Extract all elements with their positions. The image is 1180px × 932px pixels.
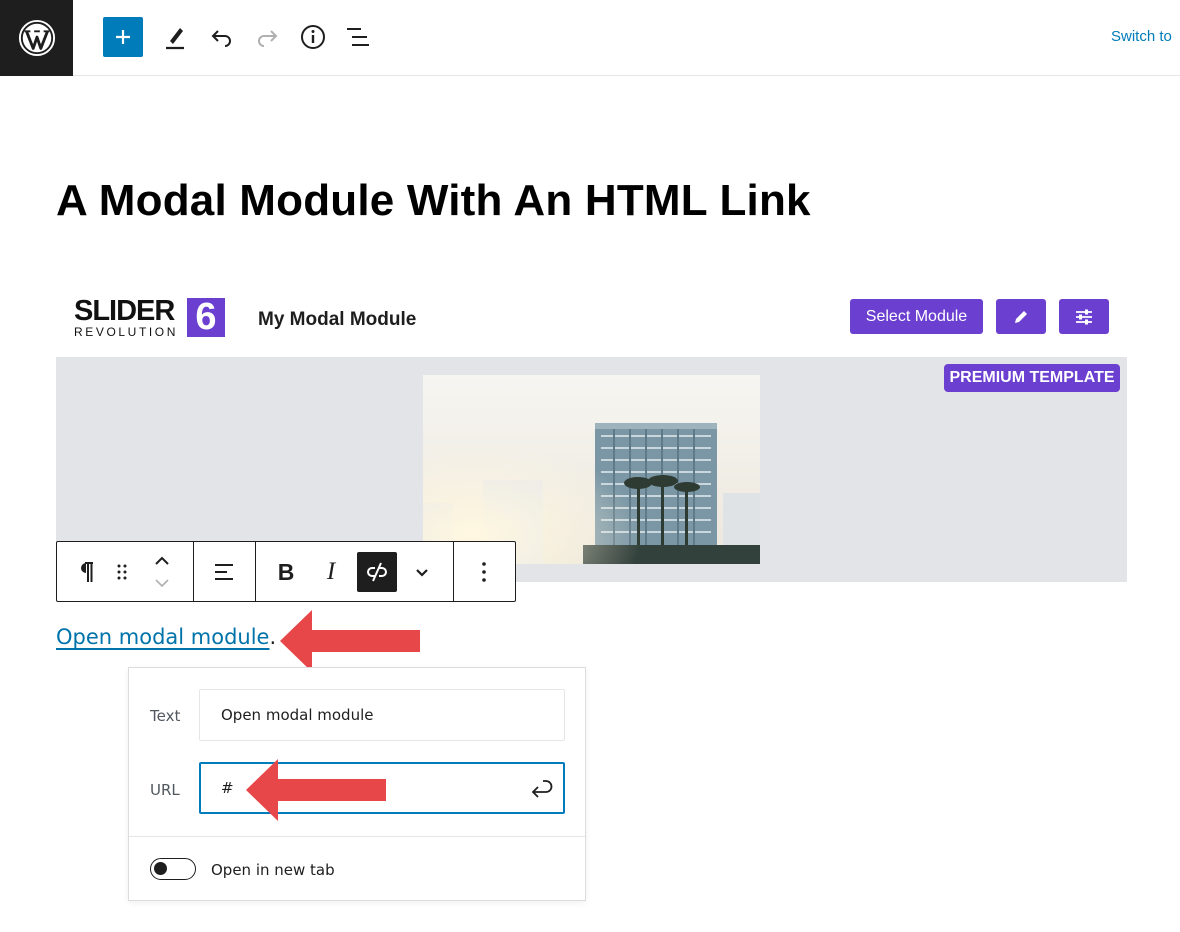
- more-vertical-icon: [482, 562, 486, 582]
- edit-module-button[interactable]: [996, 299, 1046, 334]
- details-button[interactable]: [293, 17, 333, 57]
- pencil-icon: [1015, 310, 1027, 323]
- module-name: My Modal Module: [258, 309, 417, 330]
- wordpress-logo-button[interactable]: [0, 0, 73, 76]
- slider-revolution-logo-word: SLIDER: [74, 295, 175, 327]
- chevron-down-icon: [416, 569, 428, 577]
- paragraph-icon: [81, 562, 93, 582]
- toggle-knob: [154, 862, 167, 875]
- redo-icon: [258, 30, 278, 47]
- slider-revolution-logo-sub: REVOLUTION: [74, 325, 179, 339]
- chevron-up-down-icon: [155, 556, 169, 588]
- enter-icon[interactable]: [529, 778, 553, 800]
- select-module-button[interactable]: Select Module: [850, 299, 983, 334]
- drag-icon: [117, 564, 127, 580]
- italic-button[interactable]: I: [311, 552, 351, 592]
- text-field-label: Text: [150, 707, 181, 725]
- block-options-button[interactable]: [464, 552, 504, 592]
- open-in-new-tab-toggle[interactable]: [150, 858, 196, 880]
- block-toolbar: B I: [56, 541, 516, 602]
- info-icon: [301, 25, 325, 49]
- tools-button[interactable]: [155, 17, 195, 57]
- premium-template-badge: PREMIUM TEMPLATE: [944, 364, 1120, 392]
- italic-icon: I: [326, 558, 336, 585]
- annotation-arrow-icon: [280, 610, 420, 672]
- more-rich-text-button[interactable]: [402, 552, 442, 592]
- url-value: #: [221, 779, 234, 797]
- paragraph-trailing-text: .: [269, 625, 277, 649]
- move-up-down-button[interactable]: [145, 552, 179, 592]
- redo-button[interactable]: [247, 17, 287, 57]
- add-block-button[interactable]: [103, 17, 143, 57]
- unlink-button[interactable]: [357, 552, 397, 592]
- slider-revolution-version-badge: 6: [187, 298, 225, 337]
- unlink-icon: [367, 562, 387, 582]
- modal-link[interactable]: Open modal module: [56, 625, 269, 649]
- plus-icon: [116, 30, 130, 44]
- paragraph-block[interactable]: Open modal module.: [56, 625, 276, 649]
- drag-handle[interactable]: [105, 552, 139, 592]
- pencil-icon: [166, 28, 184, 50]
- list-view-icon: [347, 28, 369, 46]
- align-left-icon: [215, 564, 233, 580]
- align-button[interactable]: [204, 552, 244, 592]
- url-field-label: URL: [150, 781, 180, 799]
- bold-icon: B: [277, 558, 295, 585]
- list-view-button[interactable]: [338, 17, 378, 57]
- post-title[interactable]: A Modal Module With An HTML Link: [56, 176, 811, 226]
- switch-to-draft-link[interactable]: Switch to: [1111, 28, 1172, 45]
- link-text-value: Open modal module: [221, 706, 374, 724]
- undo-icon: [211, 30, 231, 47]
- wordpress-icon: [18, 19, 55, 57]
- annotation-arrow-icon: [246, 759, 386, 821]
- undo-button[interactable]: [202, 17, 242, 57]
- open-in-new-tab-label: Open in new tab: [211, 861, 335, 879]
- paragraph-block-button[interactable]: [66, 552, 106, 592]
- popover-divider: [129, 836, 585, 837]
- bold-button[interactable]: B: [266, 552, 306, 592]
- module-settings-button[interactable]: [1059, 299, 1109, 334]
- link-text-input[interactable]: Open modal module: [199, 689, 565, 741]
- editor-top-toolbar: Switch to: [0, 0, 1180, 76]
- module-thumbnail-image: [423, 375, 760, 564]
- sliders-icon: [1076, 309, 1092, 324]
